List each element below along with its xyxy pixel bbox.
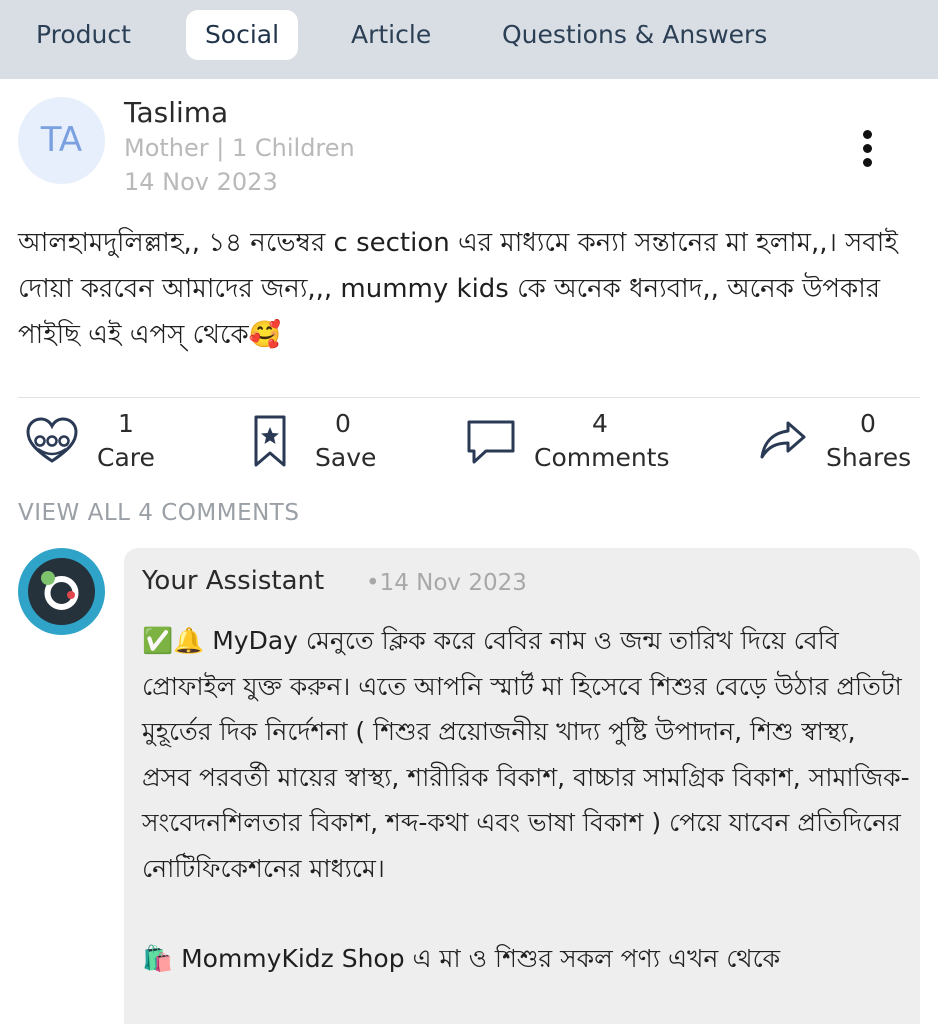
post-date: 14 Nov 2023 [124,168,278,196]
comments-label: Comments [534,443,670,472]
shares-label: Shares [826,443,912,472]
tab-product[interactable]: Product [18,10,149,60]
care-count: 1 [118,409,134,438]
comments-count: 4 [592,409,608,438]
share-arrow-icon [760,421,806,459]
comments-button[interactable]: 4 Comments [464,405,674,477]
comment-author[interactable]: Your Assistant [142,566,324,596]
author-name[interactable]: Taslima [124,96,228,129]
care-button[interactable]: 1 Care [22,405,202,477]
divider [18,397,920,398]
author-avatar[interactable]: TA [18,97,105,184]
view-all-comments-link[interactable]: VIEW ALL 4 COMMENTS [18,500,299,526]
bookmark-icon [254,415,286,467]
share-button[interactable]: 0 Shares [758,405,918,477]
tab-social[interactable]: Social [186,10,298,60]
top-tab-bar: Product Social Article Questions & Answe… [0,0,938,79]
care-heart-icon [26,417,78,463]
shares-count: 0 [860,409,876,438]
save-button[interactable]: 0 Save [250,405,390,477]
assistant-logo-icon [41,571,79,610]
save-count: 0 [335,409,351,438]
author-meta: Mother | 1 Children [124,134,355,162]
comment-date: •14 Nov 2023 [366,570,527,596]
tab-article[interactable]: Article [333,10,449,60]
more-options-icon [863,130,872,139]
assistant-avatar[interactable] [18,548,105,635]
comment-body: ✅🔔 MyDay মেনুতে ক্লিক করে বেবির নাম ও জন… [142,618,912,982]
comment-paragraph: 🛍️ MommyKidz Shop এ মা ও শিশুর সকল পণ্য … [142,944,781,973]
tab-questions-answers[interactable]: Questions & Answers [484,10,785,60]
more-options-button[interactable] [856,128,880,170]
save-label: Save [315,443,377,472]
care-label: Care [97,443,155,472]
comment-bubble-icon [467,420,515,464]
comment-paragraph: ✅🔔 MyDay মেনুতে ক্লিক করে বেবির নাম ও জন… [142,626,910,883]
post-body: আলহামদুলিল্লাহ,, ১৪ নভেম্বর c section এর… [18,228,898,350]
